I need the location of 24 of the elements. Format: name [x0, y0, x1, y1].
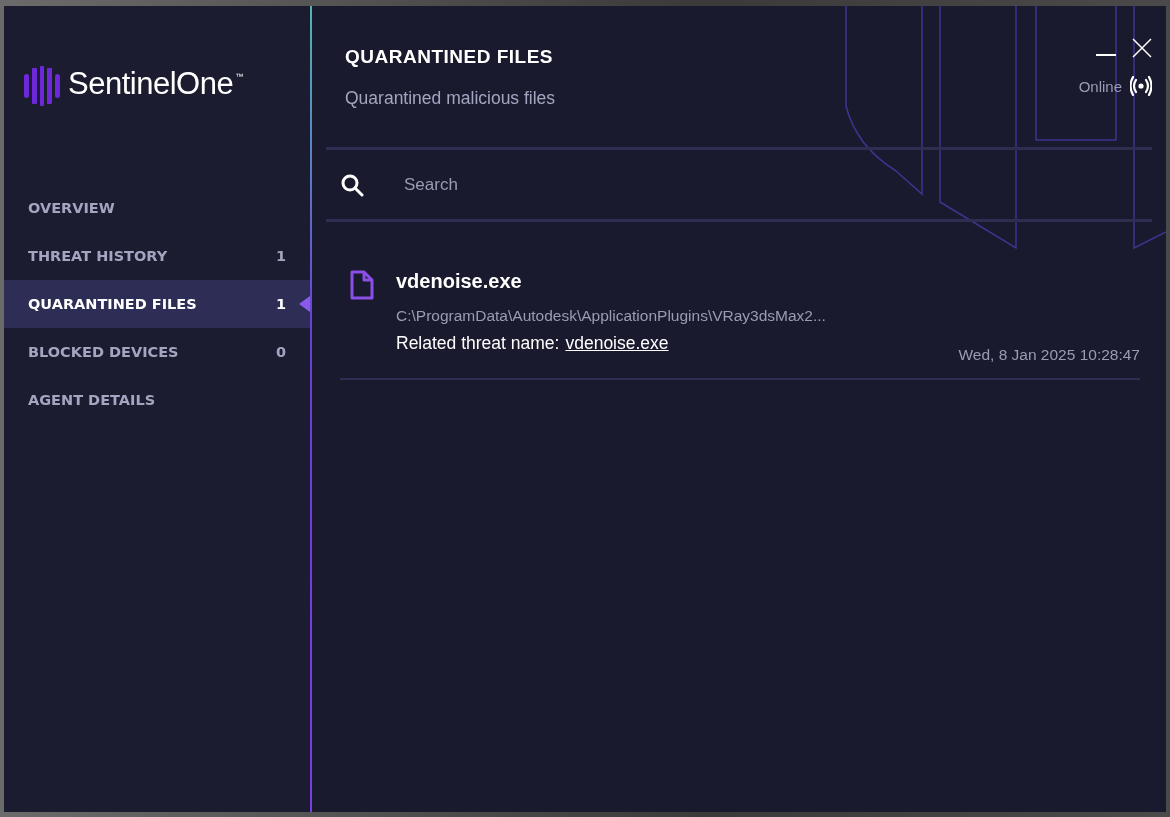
minimize-icon	[1096, 54, 1116, 56]
file-icon	[350, 270, 374, 300]
close-button[interactable]	[1132, 38, 1152, 58]
nav-item[interactable]: BLOCKED DEVICES 0	[4, 328, 310, 376]
close-icon	[1132, 38, 1152, 58]
nav-item[interactable]: OVERVIEW	[4, 184, 310, 232]
search-icon	[340, 172, 364, 197]
search-field[interactable]: Search	[402, 164, 1152, 205]
threat-label: Related threat name:	[396, 333, 560, 354]
page-subtitle: Quarantined malicious files	[345, 88, 556, 109]
brand-name: SentinelOne	[68, 66, 234, 102]
threat-link[interactable]: vdenoise.exe	[565, 333, 669, 354]
nav-item[interactable]: QUARANTINED FILES 1	[4, 280, 310, 328]
file-name: vdenoise.exe	[396, 270, 523, 293]
logo-icon	[24, 66, 60, 106]
nav-item[interactable]: AGENT DETAILS	[4, 376, 310, 424]
quarantined-file-item[interactable]: vdenoise.exe C:\ProgramData\Autodesk\ApplicationPlugins\VRay3dsMax2... Related threat name: vdenoise.exe Wed, 8 Jan 2025 10:28:47	[340, 252, 1140, 380]
trademark-mark: ™	[235, 72, 244, 81]
file-path: C:\ProgramData\Autodesk\ApplicationPlugins\VRay3dsMax2...	[396, 307, 827, 325]
nav-item[interactable]: THREAT HISTORY 1	[4, 232, 310, 280]
status-text: Online	[1078, 77, 1122, 95]
quarantine-date: Wed, 8 Jan 2025 10:28:47	[958, 346, 1140, 364]
broadcast-icon	[1130, 76, 1152, 96]
page-title: QUARANTINED FILES	[345, 46, 554, 68]
